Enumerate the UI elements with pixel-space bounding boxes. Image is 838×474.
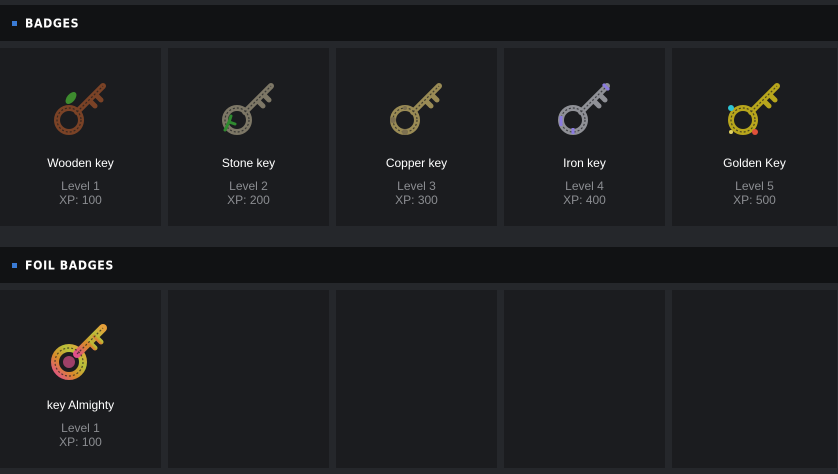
badge-name: Wooden key (47, 156, 114, 170)
badge-xp: XP: 100 (59, 193, 102, 207)
iron-key-icon (553, 76, 617, 140)
badge-card[interactable]: key Almighty Level 1 XP: 100 (0, 290, 161, 468)
golden-key-icon (723, 76, 787, 140)
badge-xp: XP: 100 (59, 435, 102, 449)
section-marker-icon (12, 262, 17, 268)
badge-card[interactable]: Copper key Level 3 XP: 300 (336, 48, 497, 226)
badge-xp: XP: 400 (563, 193, 606, 207)
badge-level: Level 3 (397, 179, 436, 193)
badge-xp: XP: 200 (227, 193, 270, 207)
badge-name: Stone key (221, 156, 276, 170)
badge-card[interactable]: Wooden key Level 1 XP: 100 (0, 48, 161, 226)
badge-card[interactable]: Stone key Level 2 XP: 200 (168, 48, 329, 226)
badges-grid: Wooden key Level 1 XP: 100 Stone key Level 2… (0, 48, 838, 226)
badge-card[interactable]: Iron key Level 4 XP: 400 (504, 48, 665, 226)
badge-name: key Almighty (46, 398, 115, 412)
stone-key-icon (217, 76, 281, 140)
copper-key-icon (385, 76, 449, 140)
badge-level: Level 1 (61, 179, 100, 193)
empty-badge-slot (168, 290, 329, 468)
empty-badge-slot (672, 290, 837, 468)
badges-section-header: BADGES (0, 5, 838, 41)
section-title: BADGES (25, 15, 80, 31)
foil-badges-grid: key Almighty Level 1 XP: 100 (0, 290, 838, 468)
rainbow-key-icon (49, 318, 113, 382)
badge-name: Copper key (385, 156, 448, 170)
badge-xp: XP: 300 (395, 193, 438, 207)
foil-badges-section-header: FOIL BADGES (0, 247, 838, 283)
wooden-key-icon (49, 76, 113, 140)
badge-xp: XP: 500 (733, 193, 776, 207)
section-title: FOIL BADGES (25, 257, 114, 273)
empty-badge-slot (336, 290, 497, 468)
badge-level: Level 1 (61, 421, 100, 435)
badge-level: Level 2 (229, 179, 268, 193)
badge-level: Level 5 (735, 179, 774, 193)
badge-name: Iron key (563, 156, 606, 170)
badge-card[interactable]: Golden Key Level 5 XP: 500 (672, 48, 837, 226)
section-marker-icon (12, 20, 17, 26)
badge-name: Golden Key (723, 156, 786, 170)
empty-badge-slot (504, 290, 665, 468)
badge-level: Level 4 (565, 179, 604, 193)
